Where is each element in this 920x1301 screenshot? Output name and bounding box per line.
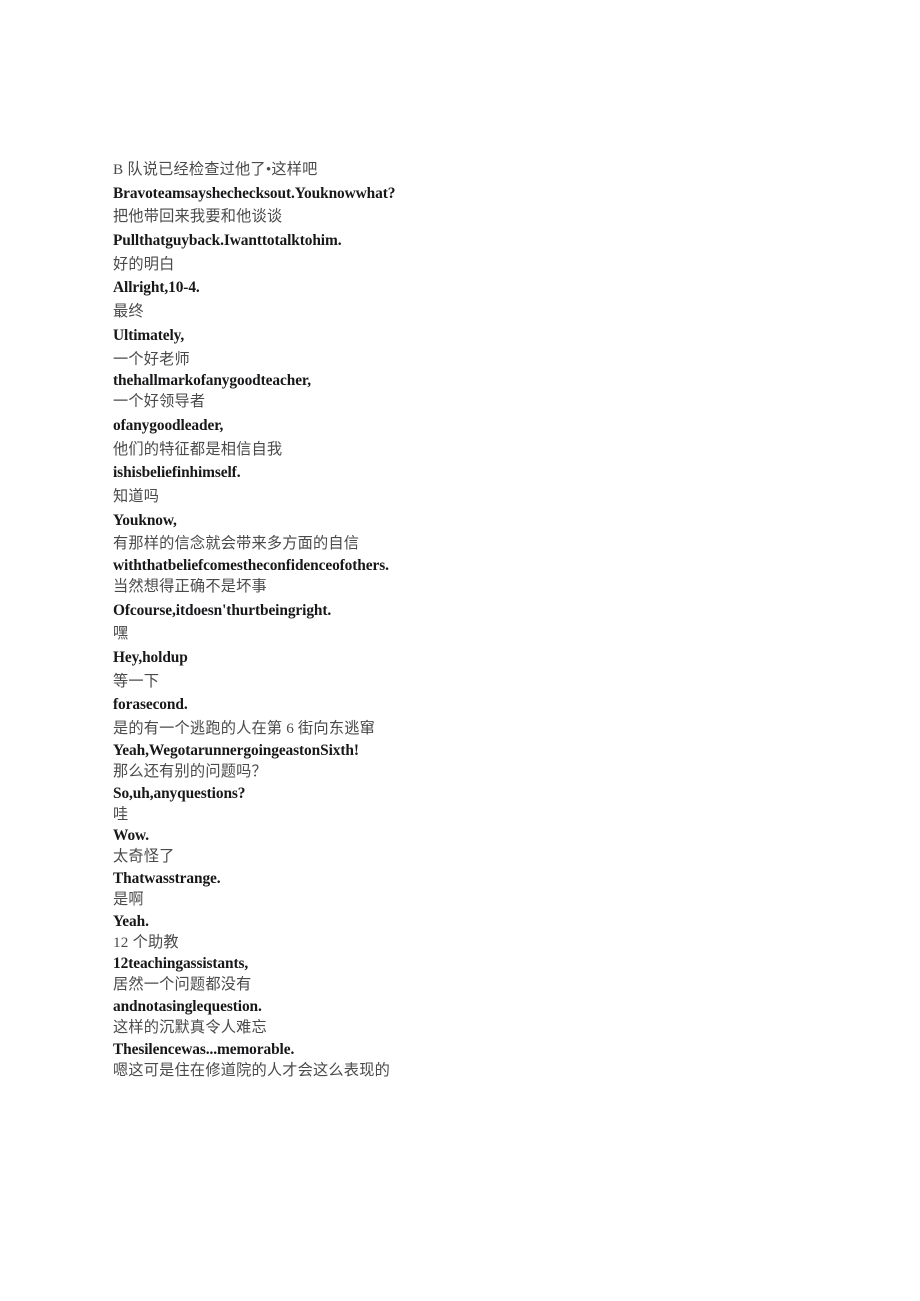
subtitle-line-zh: 等一下	[113, 672, 160, 690]
subtitle-line-en: 12teachingassistants,	[113, 955, 249, 973]
subtitle-line-en: ishisbeliefinhimself.	[113, 464, 241, 482]
subtitle-line-zh: 这样的沉默真令人难忘	[113, 1018, 267, 1036]
subtitle-line-zh: 是啊	[113, 890, 144, 908]
subtitle-line-en: andnotasinglequestion.	[113, 997, 262, 1015]
subtitle-line-zh: 有那样的信念就会带来多方面的自信	[113, 535, 360, 553]
subtitle-line-en: Bravoteamsayshechecksout.Youknowwhat?	[113, 184, 396, 202]
subtitle-line-zh: 那么还有别的问题吗？	[113, 762, 267, 780]
subtitle-line-zh: 是的有一个逃跑的人在第 6 街向东逃窜	[113, 720, 375, 738]
subtitle-line-en: Yeah,WegotarunnergoingeastonSixth!	[113, 741, 359, 759]
subtitle-line-zh: 好的明白	[113, 255, 175, 273]
subtitle-line-zh: 最终	[113, 303, 144, 321]
subtitle-line-en: Youknow,	[113, 511, 177, 529]
subtitle-line-zh: 一个好老师	[113, 350, 190, 368]
subtitle-line-zh: 当然想得正确不是坏事	[113, 578, 267, 595]
subtitle-line-en: Thesilencewas...memorable.	[113, 1040, 295, 1058]
subtitle-line-zh: B 队说已经检查过他了•这样吧	[113, 161, 318, 178]
subtitle-line-zh: 居然一个问题都没有	[113, 976, 252, 994]
subtitle-line-en: Hey,holdup	[113, 649, 188, 667]
subtitle-line-en: forasecond.	[113, 696, 188, 714]
subtitle-line-zh: 知道吗	[113, 487, 160, 505]
document-page: B 队说已经检查过他了•这样吧 Bravoteamsayshechecksout.…	[0, 0, 920, 1301]
subtitle-line-zh: 嘿	[113, 625, 129, 643]
subtitle-line-zh: 一个好领导者	[113, 393, 206, 411]
subtitle-line-zh: 哇	[113, 805, 129, 823]
subtitle-line-en: ofanygoodleader,	[113, 416, 224, 434]
subtitle-line-en: So,uh,anyquestions?	[113, 784, 246, 802]
subtitle-line-en: Allright,10-4.	[113, 279, 200, 297]
subtitle-line-zh: 把他带回来我要和他谈谈	[113, 208, 283, 226]
subtitle-line-zh: 12 个助教	[113, 933, 179, 951]
subtitle-line-en: Thatwasstrange.	[113, 869, 221, 887]
subtitle-line-zh: 他们的特征都是相信自我	[113, 440, 283, 458]
subtitle-line-en: withthatbeliefcomestheconfidenceofothers…	[113, 557, 389, 574]
subtitle-line-en: thehallmarkofanygoodteacher,	[113, 372, 311, 390]
subtitle-line-zh: 嗯这可是住在修道院的人才会这么表现的	[113, 1061, 390, 1079]
subtitle-line-en: Ofcourse,itdoesn'thurtbeingright.	[113, 601, 332, 619]
subtitle-line-en: Ultimately,	[113, 326, 185, 344]
subtitle-transcript: B 队说已经检查过他了•这样吧 Bravoteamsayshechecksout.…	[113, 158, 873, 1082]
subtitle-line-en: Pullthatguyback.Iwanttotalktohim.	[113, 232, 342, 250]
subtitle-line-en: Wow.	[113, 827, 149, 845]
subtitle-line-en: Yeah.	[113, 912, 149, 930]
subtitle-line-zh: 太奇怪了	[113, 848, 175, 866]
